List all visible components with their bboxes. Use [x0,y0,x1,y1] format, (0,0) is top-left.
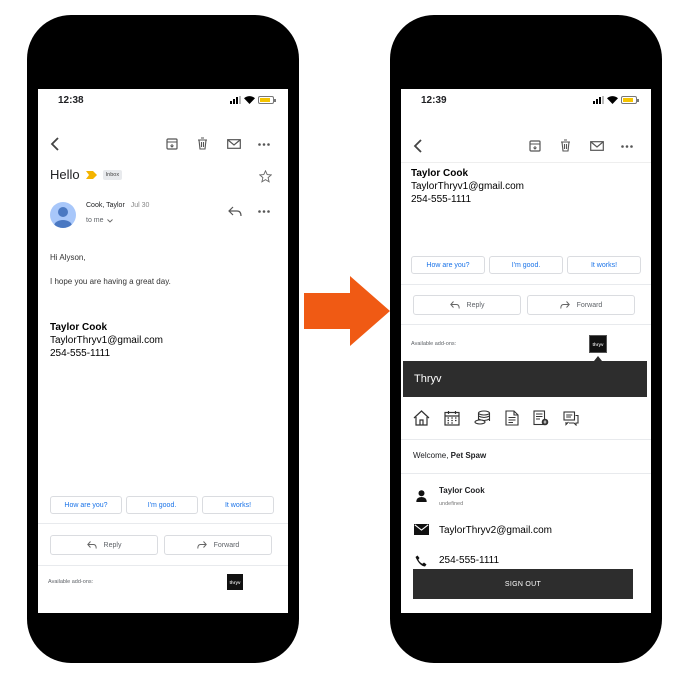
envelope-icon [414,524,429,535]
trash-icon[interactable] [197,137,208,150]
invoice-icon[interactable] [533,410,549,426]
left-phone: 12:38 Hello Inbox Cook, Taylor Jul 30 to… [27,15,299,663]
addons-label: Available add-ons: [411,341,457,347]
subject-row: Hello Inbox [50,167,123,182]
wifi-icon [607,96,618,104]
smart-reply-2[interactable]: I'm good. [489,256,563,274]
contact-sub: undefined [439,501,464,507]
person-icon [416,490,427,502]
contact-email[interactable]: TaylorThryv2@gmail.com [439,525,552,536]
signal-icon [230,96,241,104]
signature-name: Taylor Cook [50,322,108,333]
back-icon[interactable] [50,137,60,151]
archive-icon[interactable] [166,138,178,150]
smart-reply-1[interactable]: How are you? [411,256,485,274]
thryv-nav [413,410,579,426]
body-line: I hope you are having a great day. [50,277,171,286]
contact-name: Taylor Cook [439,486,485,495]
signal-icon [593,96,604,104]
welcome-prefix: Welcome, [413,451,449,460]
phone-icon [415,555,427,567]
reply-button[interactable]: Reply [413,295,521,315]
status-time: 12:39 [421,94,447,106]
chat-icon[interactable] [563,410,579,426]
smart-reply-3[interactable]: It works! [202,496,274,514]
divider [401,284,651,285]
smart-reply-3[interactable]: It works! [567,256,641,274]
reply-icon[interactable] [228,206,242,217]
trash-icon[interactable] [560,139,571,152]
divider [401,439,651,440]
reply-icon [449,301,460,309]
battery-icon [258,96,276,104]
left-screen: 12:38 Hello Inbox Cook, Taylor Jul 30 to… [38,89,288,613]
reply-icon [86,541,97,549]
status-bar: 12:39 [401,89,651,111]
reply-label: Reply [466,301,485,309]
toolbar [401,113,651,163]
thryv-addon-tile[interactable]: thryv [227,574,243,590]
signature-name: Taylor Cook [411,168,469,179]
divider [38,565,288,566]
more-icon[interactable] [258,210,270,213]
sender-date: Jul 30 [130,202,150,209]
mail-icon[interactable] [227,139,241,149]
sender-name: Cook, Taylor [86,202,125,209]
signature-email[interactable]: TaylorThryv1@gmail.com [50,334,163,347]
signature-email[interactable]: TaylorThryv1@gmail.com [411,180,524,193]
smart-reply-2[interactable]: I'm good. [126,496,198,514]
forward-icon [196,541,207,549]
thryv-addon-tile[interactable]: thryv [589,335,607,353]
home-icon[interactable] [413,410,430,426]
welcome-name: Pet Spaw [450,451,487,460]
reply-button[interactable]: Reply [50,535,158,555]
welcome-line: Welcome, Pet Spaw [413,451,486,460]
transition-arrow-icon [304,276,390,346]
inbox-badge[interactable]: Inbox [102,169,123,180]
chevron-down-icon [106,218,113,223]
sign-out-button[interactable]: SIGN OUT [413,569,633,599]
mail-icon[interactable] [590,141,604,151]
signature-phone[interactable]: 254-555-1111 [50,347,163,360]
forward-label: Forward [213,541,240,549]
battery-icon [621,96,639,104]
status-bar: 12:38 [38,89,288,111]
recipient-label: to me [86,217,104,224]
coins-icon[interactable] [474,410,491,426]
right-screen: 12:39 Taylor Cook TaylorThryv1@gmail.com… [401,89,651,613]
forward-button[interactable]: Forward [527,295,635,315]
avatar[interactable] [50,202,76,228]
sender-line: Cook, Taylor Jul 30 [86,202,149,209]
avatar-icon [54,207,72,228]
body-greeting: Hi Alyson, [50,253,86,262]
signature: Taylor Cook TaylorThryv1@gmail.com 254-5… [50,321,163,360]
divider [401,473,651,474]
reply-label: Reply [103,541,122,549]
divider [401,324,651,325]
wifi-icon [244,96,255,104]
forward-button[interactable]: Forward [164,535,272,555]
divider [38,523,288,524]
archive-icon[interactable] [529,140,541,152]
status-time: 12:38 [58,94,84,106]
thryv-header: Thryv [403,361,647,397]
more-icon[interactable] [621,145,633,148]
signature: Taylor Cook TaylorThryv1@gmail.com 254-5… [411,167,524,206]
forward-icon [559,301,570,309]
subject: Hello [50,167,80,182]
signature-phone[interactable]: 254-555-1111 [411,193,524,206]
important-label-icon [85,170,97,179]
document-icon[interactable] [505,410,519,426]
more-icon[interactable] [258,143,270,146]
forward-label: Forward [576,301,603,309]
contact-phone[interactable]: 254-555-1111 [439,555,499,566]
addons-label: Available add-ons: [48,579,94,585]
calendar-icon[interactable] [444,410,460,426]
back-icon[interactable] [413,139,423,153]
right-phone: 12:39 Taylor Cook TaylorThryv1@gmail.com… [390,15,662,663]
smart-reply-1[interactable]: How are you? [50,496,122,514]
recipient-toggle[interactable]: to me [86,217,113,224]
star-icon[interactable] [259,170,272,183]
thryv-title: Thryv [414,373,442,385]
